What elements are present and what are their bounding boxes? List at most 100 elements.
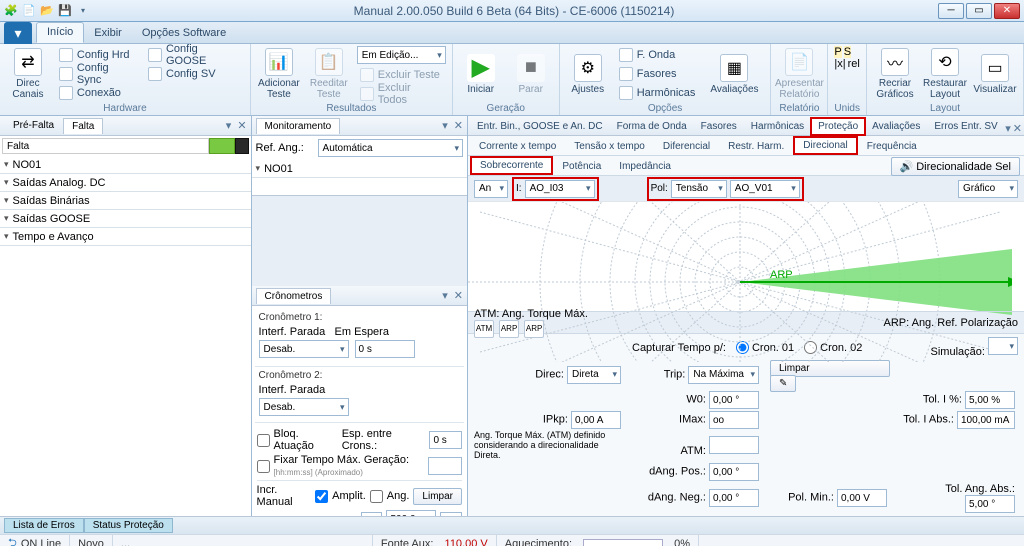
i-combo[interactable]: AO_I03	[525, 180, 595, 198]
panel-close-icon[interactable]: ✕	[1013, 122, 1022, 135]
minimize-button[interactable]: ─	[938, 3, 964, 19]
recriar-graficos-button[interactable]: 〰Recriar Gráficos	[873, 46, 917, 102]
relatorio-button[interactable]: 📄Apresentar Relatório	[777, 46, 821, 102]
foot-tab-erros[interactable]: Lista de Erros	[4, 518, 84, 533]
step-input[interactable]: 500,0 m	[386, 510, 436, 516]
tab-pre-falta[interactable]: Pré-Falta	[4, 117, 63, 134]
tree-row-tempo[interactable]: ▾Tempo e Avanço	[0, 228, 251, 246]
cron2-parada-combo[interactable]: Desab.	[259, 398, 349, 416]
close-button[interactable]: ✕	[994, 3, 1020, 19]
unit-rel-icon[interactable]: rel	[848, 58, 860, 70]
subtab-potencia[interactable]: Potência	[553, 158, 610, 175]
tab-forma-onda[interactable]: Forma de Onda	[610, 118, 694, 135]
qat-dropdown-icon[interactable]: ▾	[76, 4, 90, 18]
tab-protecao[interactable]: Proteção	[811, 118, 865, 135]
tab-harmonicas[interactable]: Harmônicas	[744, 118, 811, 135]
unit-s-icon[interactable]: S	[844, 46, 851, 58]
subtab-frequencia[interactable]: Frequência	[858, 138, 926, 155]
pmin-input[interactable]: 0,00 V	[837, 489, 887, 507]
subtab-sobrecorrente[interactable]: Sobrecorrente	[470, 156, 553, 175]
trip-combo[interactable]: Na Máxima	[688, 366, 759, 384]
panel-menu-icon[interactable]: ▾	[440, 119, 450, 132]
action-icon[interactable]: ✎	[770, 375, 796, 392]
bloq-atuacao-check[interactable]	[257, 434, 270, 447]
resultado-combo[interactable]: Em Edição...	[357, 46, 446, 64]
toli-input[interactable]: 5,00 %	[965, 391, 1015, 409]
parar-button[interactable]: ■Parar	[509, 46, 553, 102]
file-menu-button[interactable]: ▾	[4, 22, 32, 44]
grafico-combo[interactable]: Gráfico	[958, 180, 1018, 198]
an-combo[interactable]: An	[474, 180, 508, 198]
subtab-corrente[interactable]: Corrente x tempo	[470, 138, 565, 155]
tab-inicio[interactable]: Início	[36, 22, 84, 43]
config-sync-button[interactable]: Config Sync	[56, 65, 139, 82]
iniciar-button[interactable]: ▶Iniciar	[459, 46, 503, 102]
subtab-tensao[interactable]: Tensão x tempo	[565, 138, 654, 155]
tab-avaliacoes[interactable]: Avaliações	[865, 118, 927, 135]
mon-row-no01[interactable]: ▾NO01	[252, 160, 467, 178]
ajustes-button[interactable]: ⚙Ajustes	[566, 46, 610, 102]
subtab-restr-harm[interactable]: Restr. Harm.	[719, 138, 793, 155]
tab-exibir[interactable]: Exibir	[84, 24, 132, 43]
fixar-tempo-input[interactable]	[428, 457, 462, 475]
panel-close-icon[interactable]: ✕	[452, 119, 465, 132]
atm-icon-3[interactable]: ARP	[524, 320, 544, 338]
amplit-check[interactable]	[315, 490, 328, 503]
direc-canais-button[interactable]: ⇄ Direc Canais	[6, 46, 50, 102]
foot-tab-status[interactable]: Status Proteção	[84, 518, 173, 533]
panel-menu-icon[interactable]: ▾	[1005, 122, 1011, 135]
imax-input[interactable]: oo	[709, 411, 759, 429]
maximize-button[interactable]: ▭	[966, 3, 992, 19]
dpos-input[interactable]: 0,00 °	[709, 463, 759, 481]
direc-combo[interactable]: Direta	[567, 366, 621, 384]
direcionalidade-sel-button[interactable]: 🔊 Direcionalidade Sel	[891, 157, 1020, 176]
panel-close-icon[interactable]: ✕	[452, 289, 465, 302]
visualizar-button[interactable]: ▭Visualizar	[973, 46, 1017, 102]
sim-combo[interactable]	[988, 337, 1018, 355]
reeditar-teste-button[interactable]: 📋Reeditar Teste	[307, 46, 351, 102]
subtab-impedancia[interactable]: Impedância	[610, 158, 680, 175]
subtab-diferencial[interactable]: Diferencial	[654, 138, 719, 155]
tree-row-no01[interactable]: ▾NO01	[0, 156, 251, 174]
tab-fasores[interactable]: Fasores	[694, 118, 744, 135]
unit-abs-icon[interactable]: |x|	[834, 58, 845, 70]
pol-channel-combo[interactable]: AO_V01	[730, 180, 800, 198]
pol-type-combo[interactable]: Tensão	[671, 180, 727, 198]
fasores-button[interactable]: Fasores	[616, 65, 699, 82]
tola-input[interactable]: 5,00 °	[965, 495, 1015, 513]
tree-row-saidas-bin[interactable]: ▾Saídas Binárias	[0, 192, 251, 210]
cron1-parada-combo[interactable]: Desab.	[259, 340, 349, 358]
panel-menu-icon[interactable]: ▾	[224, 119, 234, 132]
config-goose-button[interactable]: Config GOOSE	[145, 46, 244, 63]
atm-icon-2[interactable]: ARP	[499, 320, 519, 338]
subtab-direcional[interactable]: Direcional	[793, 136, 857, 155]
tab-falta[interactable]: Falta	[63, 118, 103, 134]
tab-entr-bin[interactable]: Entr. Bin., GOOSE e An. DC	[470, 118, 610, 135]
qat-open-icon[interactable]: 📂	[40, 4, 54, 18]
qat-new-icon[interactable]: 📄	[22, 4, 36, 18]
atm-icon-1[interactable]: ATM	[474, 320, 494, 338]
back-icon[interactable]: ⮌	[8, 534, 17, 546]
dneg-input[interactable]: 0,00 °	[709, 489, 759, 507]
tab-cronometros[interactable]: Crônometros	[256, 288, 332, 304]
qat-save-icon[interactable]: 💾	[58, 4, 72, 18]
excluir-todos-button[interactable]: Excluir Todos	[357, 85, 446, 102]
excluir-teste-button[interactable]: Excluir Teste	[357, 66, 446, 83]
step-up-icon[interactable]: ≫	[440, 512, 462, 517]
panel-menu-icon[interactable]: ▾	[440, 289, 450, 302]
panel-close-icon[interactable]: ✕	[235, 119, 248, 132]
tab-monitoramento[interactable]: Monitoramento	[256, 118, 341, 134]
fixar-tempo-check[interactable]	[257, 460, 270, 473]
ipkp-input[interactable]: 0,00 A	[571, 411, 621, 429]
step-down-icon[interactable]: ≪	[361, 512, 383, 517]
unit-p-icon[interactable]: P	[834, 46, 841, 58]
tree-row-saidas-goose[interactable]: ▾Saídas GOOSE	[0, 210, 251, 228]
config-hrd-button[interactable]: Config Hrd	[56, 46, 139, 63]
tolia-input[interactable]: 100,00 mA	[957, 411, 1015, 429]
ref-ang-combo[interactable]: Automática	[318, 139, 463, 157]
conexao-button[interactable]: Conexão	[56, 84, 139, 101]
avaliacoes-button[interactable]: ▦Avaliações	[704, 46, 764, 102]
harmonicas-button[interactable]: Harmônicas	[616, 84, 699, 101]
config-sv-button[interactable]: Config SV	[145, 65, 244, 82]
restaurar-layout-button[interactable]: ⟲Restaurar Layout	[923, 46, 967, 102]
